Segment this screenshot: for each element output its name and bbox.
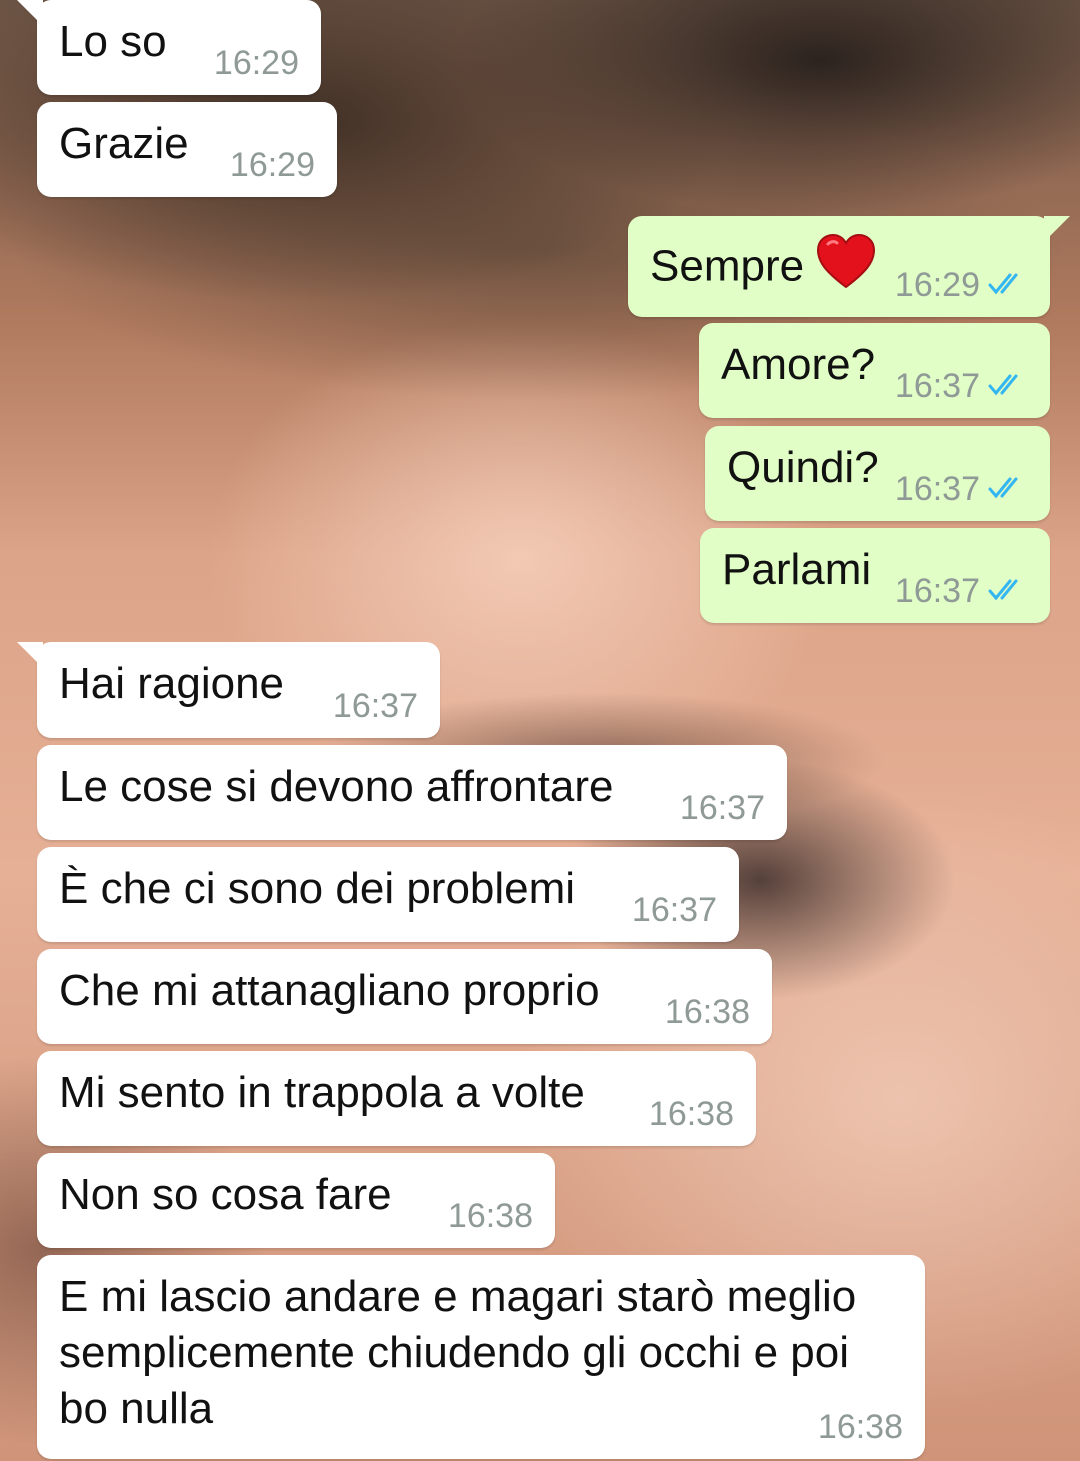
message-text: Grazie xyxy=(59,119,189,168)
message-bubble-incoming[interactable]: È che ci sono dei problemi 16:37 xyxy=(37,847,739,942)
message-bubble-incoming[interactable]: Grazie 16:29 xyxy=(37,102,337,197)
message-time: 16:37 xyxy=(679,789,765,827)
message-meta: 16:37 xyxy=(333,686,418,726)
message-bubble-outgoing[interactable]: Amore? 16:37 xyxy=(699,323,1050,418)
message-meta: 16:38 xyxy=(448,1196,533,1236)
message-time: 16:37 xyxy=(894,572,980,610)
message-time: 16:29 xyxy=(894,266,980,304)
message-meta: 16:37 xyxy=(680,788,765,828)
message-bubble-incoming[interactable]: Mi sento in trappola a volte 16:38 xyxy=(37,1051,756,1146)
message-meta: 16:37 xyxy=(895,571,1028,611)
read-double-check-icon xyxy=(988,571,1028,611)
message-text: E mi lascio andare e magari starò meglio… xyxy=(59,1272,857,1433)
heart-emoji-icon xyxy=(816,233,876,304)
message-time: 16:38 xyxy=(447,1197,533,1235)
message-text: Lo so xyxy=(59,17,167,66)
message-time: 16:38 xyxy=(648,1095,734,1133)
message-meta: 16:38 xyxy=(818,1407,903,1447)
read-double-check-icon xyxy=(988,265,1028,305)
message-bubble-incoming[interactable]: E mi lascio andare e magari starò meglio… xyxy=(37,1255,925,1459)
message-text: Mi sento in trappola a volte xyxy=(59,1068,585,1117)
message-bubble-outgoing[interactable]: Quindi? 16:37 xyxy=(705,426,1050,521)
message-time: 16:38 xyxy=(817,1408,903,1446)
message-bubble-outgoing[interactable]: Parlami 16:37 xyxy=(700,528,1050,623)
message-bubble-incoming[interactable]: Lo so 16:29 xyxy=(17,0,321,95)
message-text-label: Sempre xyxy=(650,241,805,291)
message-meta: 16:38 xyxy=(649,1094,734,1134)
message-bubble-incoming[interactable]: Hai ragione 16:37 xyxy=(17,642,440,738)
message-time: 16:37 xyxy=(894,470,980,508)
message-meta: 16:29 xyxy=(230,145,315,185)
message-text: Quindi? xyxy=(727,443,879,492)
message-text: Le cose si devono affrontare xyxy=(59,762,614,811)
message-time: 16:37 xyxy=(894,367,980,405)
message-bubble-incoming[interactable]: Che mi attanagliano proprio 16:38 xyxy=(37,949,772,1044)
message-meta: 16:29 xyxy=(214,43,299,83)
read-double-check-icon xyxy=(988,469,1028,509)
message-bubble-incoming[interactable]: Non so cosa fare 16:38 xyxy=(37,1153,555,1248)
message-meta: 16:37 xyxy=(632,890,717,930)
message-text: Parlami xyxy=(722,545,872,594)
message-text: Che mi attanagliano proprio xyxy=(59,966,600,1015)
message-time: 16:37 xyxy=(332,687,418,725)
message-text: È che ci sono dei problemi xyxy=(59,864,576,913)
message-time: 16:38 xyxy=(664,993,750,1031)
message-meta: 16:38 xyxy=(665,992,750,1032)
message-bubble-incoming[interactable]: Le cose si devono affrontare 16:37 xyxy=(37,745,787,840)
read-double-check-icon xyxy=(988,366,1028,406)
message-bubble-outgoing[interactable]: Sempre 16:29 xyxy=(628,216,1070,317)
message-text: Sempre xyxy=(650,233,876,304)
message-text: Hai ragione xyxy=(59,659,285,708)
message-meta: 16:29 xyxy=(895,265,1028,305)
message-time: 16:37 xyxy=(631,891,717,929)
message-meta: 16:37 xyxy=(895,366,1028,406)
message-time: 16:29 xyxy=(229,146,315,184)
message-text: Non so cosa fare xyxy=(59,1170,392,1219)
message-meta: 16:37 xyxy=(895,469,1028,509)
message-time: 16:29 xyxy=(213,44,299,82)
message-text: Amore? xyxy=(721,340,876,389)
